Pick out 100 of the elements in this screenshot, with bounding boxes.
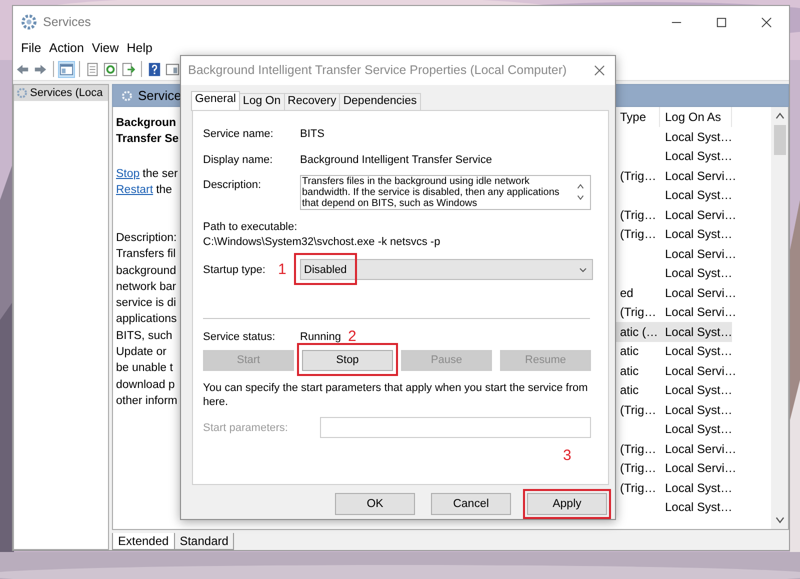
dialog-title: Background Intelligent Transfer Service Properties (Local Computer) xyxy=(188,63,568,78)
table-cell: (Trig… xyxy=(620,305,656,320)
help-icon[interactable] xyxy=(147,62,162,76)
description-text: Transfers fil xyxy=(116,247,177,262)
table-cell: Local Syst… xyxy=(665,149,732,164)
dialog-button[interactable]: OK xyxy=(335,493,415,515)
table-cell: (Trig… xyxy=(620,442,656,456)
action-text: the xyxy=(156,183,172,198)
table-cell: Local Servi… xyxy=(665,364,736,378)
table-cell: atic xyxy=(620,364,639,378)
pane-title: Service xyxy=(138,88,182,103)
field-label: Service status: xyxy=(203,330,276,343)
window-title: Services xyxy=(43,15,91,29)
table-cell: (Trig… xyxy=(620,461,656,476)
table-cell: Local Syst… xyxy=(665,402,732,417)
menu-item[interactable]: Help xyxy=(122,41,156,55)
field-label: Path to executable: xyxy=(203,220,298,233)
field-label: Display name: xyxy=(203,154,274,166)
table-cell: Local Servi… xyxy=(665,461,736,476)
pane-icon[interactable] xyxy=(165,62,180,76)
description-text: be unable t xyxy=(116,361,174,376)
scroll-up-icon[interactable] xyxy=(576,182,585,192)
field-label: Startup type: xyxy=(203,264,266,276)
close-icon[interactable] xyxy=(761,16,772,28)
startup-type-dropdown[interactable]: Disabled xyxy=(300,259,593,280)
document-icon[interactable] xyxy=(85,62,100,76)
gear-icon xyxy=(21,14,37,30)
table-cell: (Trig… xyxy=(620,208,656,222)
description-text: network bar xyxy=(116,280,178,295)
table-cell: Local Syst… xyxy=(665,383,732,398)
close-icon[interactable] xyxy=(594,64,605,76)
description-text: Description: xyxy=(116,231,178,246)
table-cell: (Trig… xyxy=(620,402,656,417)
refresh-icon[interactable] xyxy=(103,62,118,76)
field-label: Service name: xyxy=(203,128,274,140)
tab[interactable]: General xyxy=(191,90,240,111)
description-text: applications xyxy=(116,312,178,328)
menu-item[interactable]: File xyxy=(17,41,46,55)
scroll-down-icon[interactable] xyxy=(576,193,585,202)
description-text: background xyxy=(116,264,178,279)
table-cell: Local Servi… xyxy=(665,442,736,456)
dialog-button[interactable]: Cancel xyxy=(431,493,511,515)
menu-item[interactable]: Action xyxy=(45,41,88,55)
action-link[interactable]: Restart xyxy=(116,182,154,198)
step-number: 1 xyxy=(278,262,288,278)
step-number: 3 xyxy=(563,446,572,464)
table-cell: atic xyxy=(620,383,639,398)
table-cell: Local Syst… xyxy=(665,422,732,436)
table-cell: Local Servi… xyxy=(665,168,736,183)
view-tab[interactable]: Standard xyxy=(174,533,234,550)
table-cell: Local Servi… xyxy=(665,246,736,261)
table-cell: Local Servi… xyxy=(665,305,736,320)
maximize-icon[interactable] xyxy=(716,16,727,28)
table-cell: Local Syst… xyxy=(665,188,732,202)
step-number: 2 xyxy=(348,329,356,344)
table-cell: Local Syst… xyxy=(665,500,732,514)
menu-item[interactable]: View xyxy=(88,41,123,55)
description-text: Update or xyxy=(116,345,168,360)
column-header[interactable]: Log On As xyxy=(660,107,732,127)
service-button[interactable]: Stop xyxy=(302,350,393,371)
scrollbar[interactable] xyxy=(771,107,788,529)
scroll-thumb[interactable] xyxy=(774,125,786,155)
field-value: C:\Windows\System32\svchost.exe -k netsvcs -p xyxy=(203,236,442,248)
table-cell: (Trig… xyxy=(620,227,656,242)
gear-icon xyxy=(121,90,133,102)
table-cell: (Trig… xyxy=(620,168,656,183)
table-cell: Local Syst… xyxy=(665,266,732,280)
service-title: Transfer Se xyxy=(116,132,180,147)
description-text: service is di xyxy=(116,296,178,312)
table-cell: ed xyxy=(620,286,634,300)
description-text: download p xyxy=(116,378,176,393)
table-cell: Local Syst… xyxy=(665,480,732,495)
description-field[interactable]: Transfers files in the background using idle network bandwidth. If the service is disabled, then any applications that depend on BITS, such as Windows xyxy=(300,174,591,210)
tab[interactable]: Dependencies xyxy=(339,92,421,110)
dialog-button[interactable]: Apply xyxy=(527,493,607,515)
field-label: Description: xyxy=(203,178,262,191)
table-cell: Local Syst… xyxy=(665,227,732,242)
table-cell: Local Syst… xyxy=(665,344,732,358)
description-text: BITS, such xyxy=(116,328,174,344)
action-link[interactable]: Stop xyxy=(116,166,140,182)
highlight-frame xyxy=(294,252,357,285)
export-icon[interactable] xyxy=(121,62,136,76)
table-cell: Local Servi… xyxy=(665,286,736,300)
table-cell: (Trig… xyxy=(620,480,656,495)
service-title: Backgroun xyxy=(116,116,178,131)
tree-item[interactable]: Services (Loca xyxy=(14,85,108,101)
hint-text: You can specify the start parameters that apply when you start the service from here. xyxy=(203,380,588,409)
gear-icon xyxy=(16,87,28,99)
field-value: Running xyxy=(300,330,341,343)
field-value: BITS xyxy=(300,128,324,140)
field-value: Background Intelligent Transfer Service xyxy=(300,154,492,166)
description-text: other inform xyxy=(116,394,178,409)
table-cell: Local Syst… xyxy=(665,130,732,144)
view-tab[interactable]: Extended xyxy=(112,533,175,550)
pane-icon[interactable] xyxy=(59,62,74,76)
table-cell: atic xyxy=(620,344,639,358)
action-text: the ser xyxy=(142,167,178,182)
field-label: Start parameters: xyxy=(203,422,289,434)
table-cell: Local Syst… xyxy=(665,324,732,339)
table-cell: atic (… xyxy=(620,324,658,339)
